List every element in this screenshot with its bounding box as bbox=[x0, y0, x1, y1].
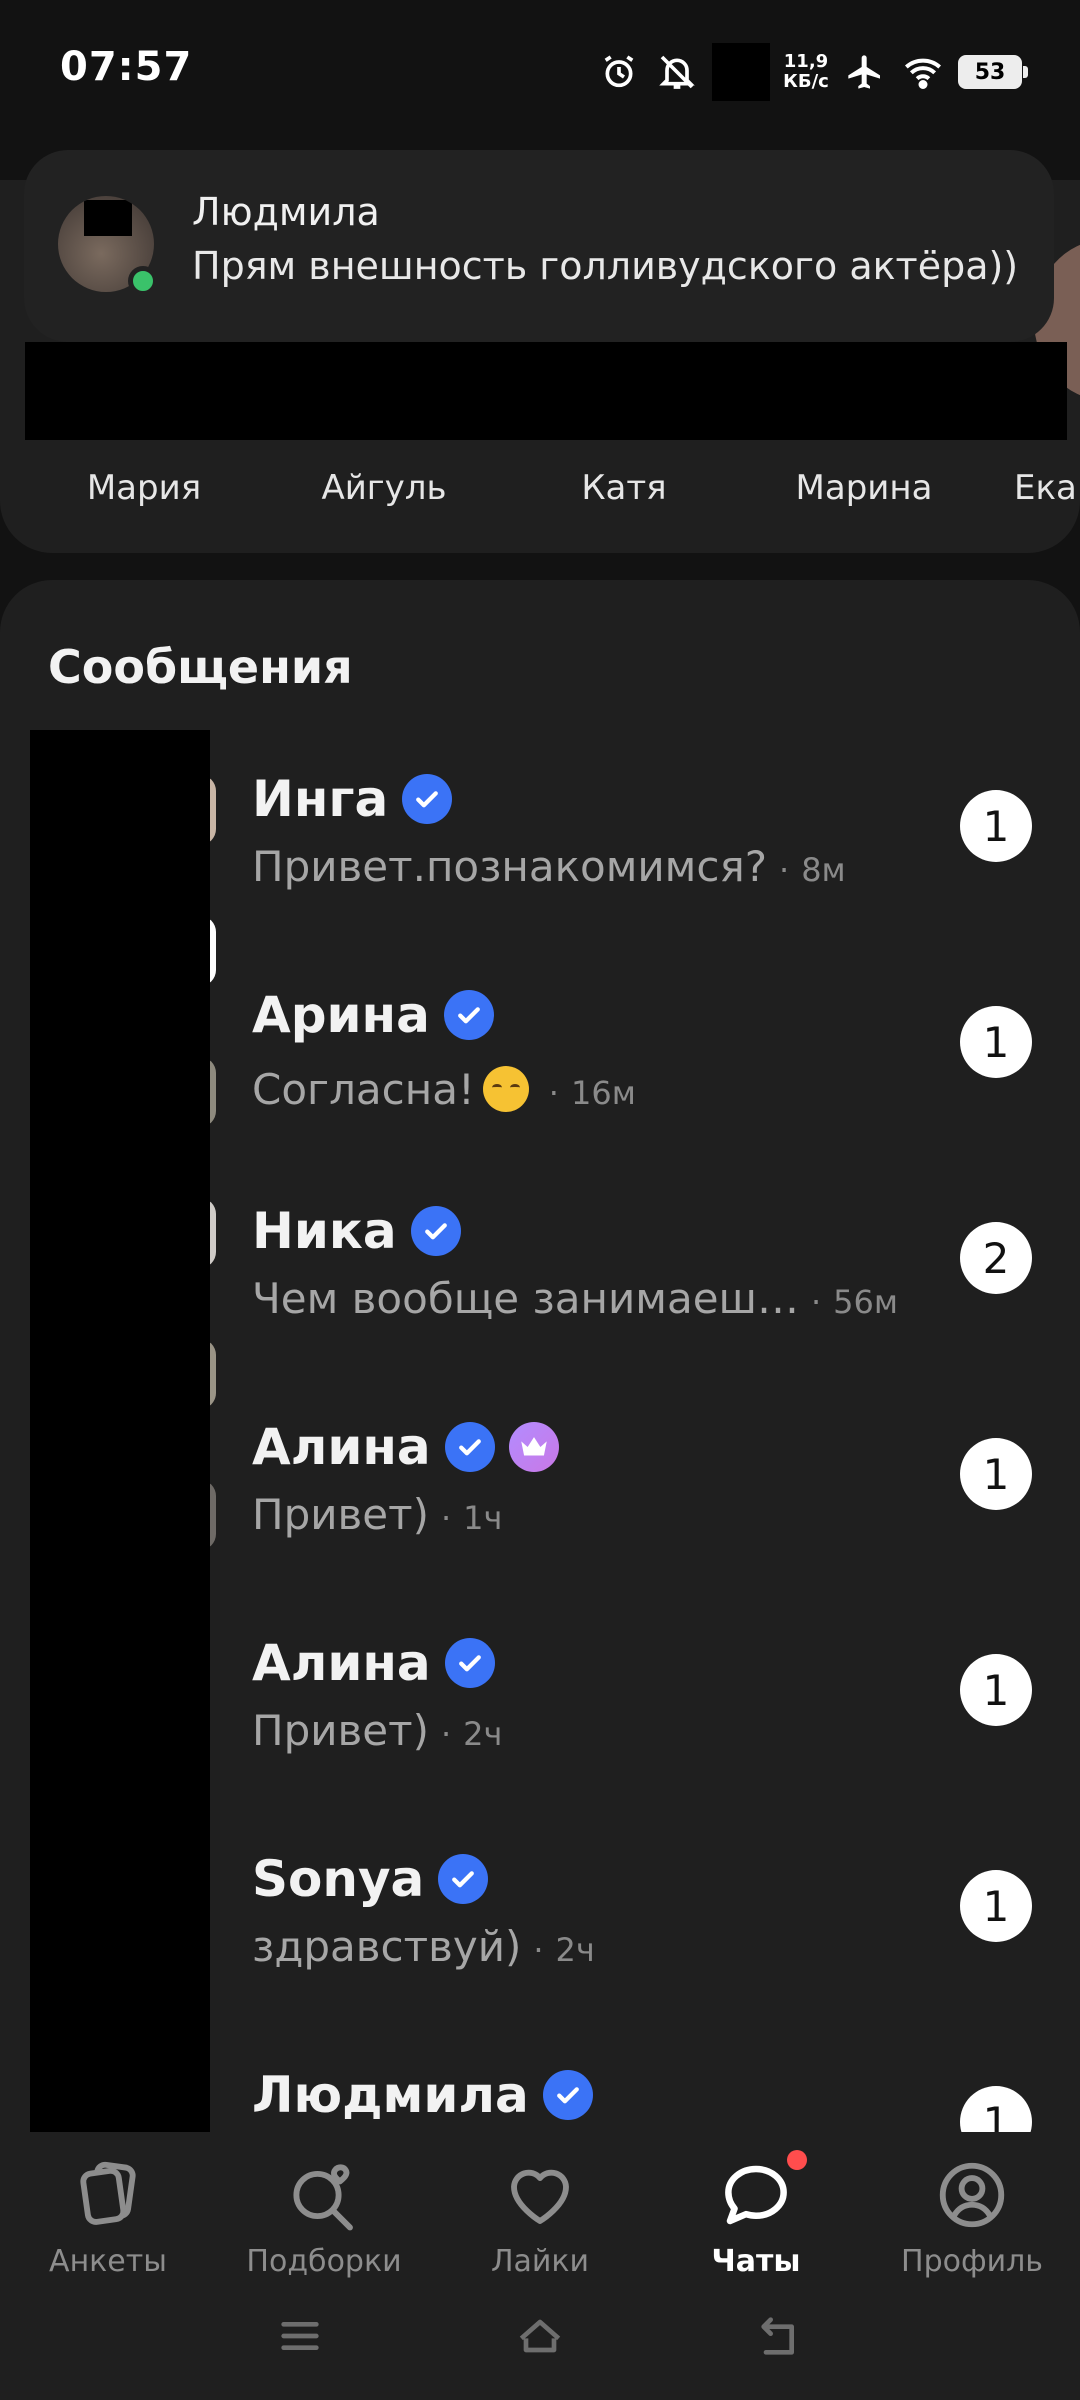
verified-icon bbox=[438, 1854, 489, 1904]
system-navigation bbox=[0, 2290, 1080, 2380]
home-icon[interactable] bbox=[510, 2306, 570, 2366]
story-name: Марина bbox=[795, 468, 933, 508]
crown-icon bbox=[508, 1422, 559, 1472]
chat-preview: Согласна! 16м bbox=[252, 1058, 636, 1114]
chat-preview: Чем вообще занимаеш… 56м bbox=[252, 1274, 898, 1323]
search-heart-icon bbox=[279, 2152, 369, 2238]
airplane-icon bbox=[842, 49, 888, 95]
verified-icon bbox=[444, 1422, 495, 1472]
chat-preview: Привет) 2ч bbox=[252, 1706, 502, 1755]
network-speed: 11,9 КБ/с bbox=[783, 51, 829, 92]
chat-row[interactable]: Алина Привет) 1ч 1 bbox=[0, 1418, 1080, 1634]
chat-preview: Привет.познакомимся? 8м bbox=[252, 842, 846, 891]
redacted-area bbox=[84, 200, 132, 236]
verified-icon bbox=[542, 2070, 593, 2120]
chat-row[interactable]: Ника Чем вообще занимаеш… 56м 2 bbox=[0, 1202, 1080, 1418]
messages-title: Сообщения bbox=[48, 640, 353, 694]
chat-icon bbox=[711, 2150, 807, 2238]
message-notification[interactable]: Людмила Прям внешность голливудского акт… bbox=[24, 150, 1054, 342]
cards-icon bbox=[63, 2152, 153, 2238]
status-time: 07:57 bbox=[60, 44, 193, 90]
chat-row[interactable]: Инга Привет.познакомимся? 8м 1 bbox=[0, 770, 1080, 986]
nav-profiles[interactable]: Анкеты bbox=[0, 2152, 216, 2302]
verified-icon bbox=[410, 1206, 461, 1256]
mute-bell-icon bbox=[654, 49, 700, 95]
nav-label: Лайки bbox=[490, 2244, 590, 2279]
chat-name: Алина bbox=[252, 1418, 559, 1476]
chat-name: Ника bbox=[252, 1202, 461, 1260]
story-name: Ека bbox=[1014, 468, 1077, 508]
chat-time: 16м bbox=[549, 1074, 636, 1112]
notification-sender: Людмила bbox=[192, 190, 380, 234]
chat-time: 8м bbox=[779, 851, 846, 889]
nav-label: Анкеты bbox=[49, 2244, 167, 2279]
story-name: Катя bbox=[581, 468, 667, 508]
profile-icon bbox=[927, 2152, 1017, 2238]
story-name: Мария bbox=[86, 468, 202, 508]
unread-badge: 1 bbox=[960, 1870, 1032, 1942]
chat-preview: здравствуй) 2ч bbox=[252, 1922, 595, 1971]
nav-collections[interactable]: Подборки bbox=[216, 2152, 432, 2302]
battery-indicator: 53 bbox=[958, 55, 1028, 89]
nav-profile[interactable]: Профиль bbox=[864, 2152, 1080, 2302]
chat-name: Инга bbox=[252, 770, 453, 828]
chat-preview: Привет) 1ч bbox=[252, 1490, 502, 1539]
chat-time: 2ч bbox=[441, 1715, 502, 1753]
status-bar: 07:57 11,9 КБ/с 53 bbox=[0, 0, 1080, 140]
notification-text: Прям внешность голливудского актёра)) bbox=[192, 244, 1019, 288]
wifi-icon bbox=[900, 49, 946, 95]
chat-row[interactable]: Людмила 1 bbox=[0, 2066, 1080, 2140]
notification-dot bbox=[787, 2150, 807, 2170]
nav-label: Профиль bbox=[901, 2244, 1043, 2279]
online-indicator bbox=[128, 266, 158, 296]
chat-row[interactable]: Sonya здравствуй) 2ч 1 bbox=[0, 1850, 1080, 2066]
unread-badge: 1 bbox=[960, 1438, 1032, 1510]
unread-badge: 1 bbox=[960, 1006, 1032, 1078]
unread-badge: 1 bbox=[960, 790, 1032, 862]
redacted-icon bbox=[712, 43, 770, 101]
alarm-icon bbox=[596, 49, 642, 95]
chat-row[interactable]: Алина Привет) 2ч 1 bbox=[0, 1634, 1080, 1850]
unread-badge: 2 bbox=[960, 1222, 1032, 1294]
verified-icon bbox=[443, 990, 494, 1040]
nav-label: Чаты bbox=[711, 2244, 801, 2279]
messages-section: Сообщения Инга Привет.познакомимся? 8м 1… bbox=[0, 580, 1080, 2140]
nav-likes[interactable]: Лайки bbox=[432, 2152, 648, 2302]
chat-time: 56м bbox=[811, 1283, 898, 1321]
chat-time: 2ч bbox=[533, 1931, 595, 1969]
redacted-area bbox=[25, 342, 1067, 440]
back-icon[interactable] bbox=[750, 2306, 810, 2366]
nav-label: Подборки bbox=[246, 2244, 402, 2279]
unread-badge: 1 bbox=[960, 1654, 1032, 1726]
story-name: Айгуль bbox=[321, 468, 447, 508]
chat-time: 1ч bbox=[441, 1499, 502, 1537]
verified-icon bbox=[402, 774, 453, 824]
chat-name: Людмила bbox=[252, 2066, 593, 2124]
heart-icon bbox=[495, 2152, 585, 2238]
menu-icon[interactable] bbox=[270, 2306, 330, 2366]
verified-icon bbox=[444, 1638, 495, 1688]
relieved-face-emoji-icon bbox=[482, 1066, 529, 1112]
status-icons: 11,9 КБ/с 53 bbox=[596, 43, 1028, 101]
chat-row[interactable]: Арина Согласна! 16м 1 bbox=[0, 986, 1080, 1202]
chat-name: Арина bbox=[252, 986, 494, 1044]
chat-name: Алина bbox=[252, 1634, 495, 1692]
chat-name: Sonya bbox=[252, 1850, 489, 1908]
nav-chats[interactable]: Чаты bbox=[648, 2150, 864, 2302]
